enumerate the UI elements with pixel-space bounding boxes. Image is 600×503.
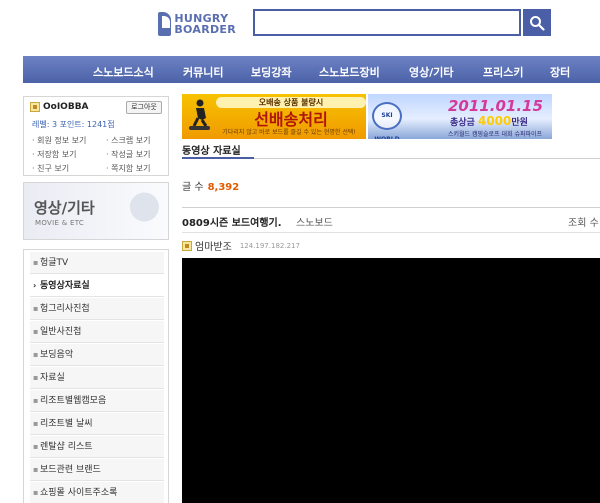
bullet-icon: ▪ xyxy=(33,304,39,313)
bullet-icon: ▪ xyxy=(33,465,39,474)
nav-item-freeski[interactable]: 프리스키 xyxy=(483,64,523,80)
login-box: OoIOBBA 로그아웃 레벨: 3 포인트: 1241점 · 회원 정보 보기… xyxy=(23,96,169,176)
bullet-icon: ▪ xyxy=(33,442,39,451)
username: OoIOBBA xyxy=(43,102,89,112)
main-nav: 스노보드소식 커뮤니티 보딩강좌 스노보드장비 영상/기타 프리스키 장터 xyxy=(23,56,600,83)
nav-item-snowboard-news[interactable]: 스노보드소식 xyxy=(93,64,154,80)
bullet-icon: ▪ xyxy=(33,488,39,497)
nav-item-market[interactable]: 장터 xyxy=(550,64,570,80)
bullet-icon: ▪ xyxy=(33,350,39,359)
bullet-icon: ▪ xyxy=(33,258,39,267)
skiworld-logo: SKI WORLD xyxy=(372,102,402,139)
bullet-icon: ▪ xyxy=(33,419,39,428)
link-friends[interactable]: · 친구 보기 xyxy=(32,163,69,174)
side-item-rental-shops[interactable]: ▪ 렌탈샵 리스트 xyxy=(30,436,164,458)
link-my-posts[interactable]: · 작성글 보기 xyxy=(106,149,150,160)
site-logo[interactable]: HUNGRY BOARDER xyxy=(158,10,236,38)
side-item-boarding-music[interactable]: ▪ 보딩음악 xyxy=(30,344,164,366)
category-banner: 영상/기타 MOVIE & ETC xyxy=(23,182,169,240)
link-member-info[interactable]: · 회원 정보 보기 xyxy=(32,135,86,146)
user-icon xyxy=(30,102,40,112)
nav-item-snowboard-gear[interactable]: 스노보드장비 xyxy=(319,64,380,80)
banner2-date: 2011.01.15 xyxy=(448,97,543,115)
side-item-video-archive[interactable]: › 동영상자료실 xyxy=(30,275,164,297)
category-subtitle: MOVIE & ETC xyxy=(35,219,85,227)
nav-item-boarding-lessons[interactable]: 보딩강좌 xyxy=(251,64,291,80)
author-ip: 124.197.182.217 xyxy=(239,241,300,250)
snowboarder-icon xyxy=(189,99,210,130)
side-item-resort-weather[interactable]: ▪ 리조트별 날씨 xyxy=(30,413,164,435)
nav-item-community[interactable]: 커뮤니티 xyxy=(183,64,223,80)
ad-banner-shipping[interactable]: 오배송 상품 불량시 선배송처리 기다리지 않고 바로 보드를 즐길 수 있는 … xyxy=(182,94,366,139)
side-item-shopping-sites[interactable]: ▪ 쇼핑몰 사이트주소록 xyxy=(30,482,164,503)
video-player[interactable] xyxy=(182,258,600,503)
user-icon xyxy=(182,240,192,251)
author-row: 엄마받조 124.197.182.217 xyxy=(182,238,300,253)
post-title: 0809시즌 보드여행기. xyxy=(182,218,282,229)
banner2-tag: 스키월드 캠핑슬로프 대회 슈퍼파이프 xyxy=(448,131,543,138)
post-views-label: 조회 수 xyxy=(568,218,599,229)
bullet-icon: ▪ xyxy=(33,373,39,382)
author-name[interactable]: 엄마받조 xyxy=(195,238,232,253)
board-title-tab[interactable]: 동영상 자료실 xyxy=(182,142,241,157)
logo-mark-icon xyxy=(158,12,172,36)
logout-button[interactable]: 로그아웃 xyxy=(126,101,162,114)
side-item-archive[interactable]: ▪ 자료실 xyxy=(30,367,164,389)
link-messages[interactable]: · 쪽지함 보기 xyxy=(106,163,150,174)
link-saved[interactable]: · 저장함 보기 xyxy=(32,149,76,160)
side-menu: ▪ 헝글TV › 동영상자료실 ▪ 헝그리사진첩 ▪ 일반사진첩 ▪ 보딩음악 ▪ 자료실 … xyxy=(23,249,169,503)
banner2-prize: 총상금 4000만원 xyxy=(450,114,528,128)
bullet-icon: ▪ xyxy=(33,396,39,405)
arrow-right-icon: › xyxy=(33,281,37,290)
level-points: 레벨: 3 포인트: 1241점 xyxy=(32,120,115,129)
banner1-sub: 기다리지 않고 바로 보드를 즐길 수 있는 현명한 선택! xyxy=(222,129,356,136)
nav-item-video-etc[interactable]: 영상/기타 xyxy=(409,64,454,80)
logo-line2: BOARDER xyxy=(174,23,236,36)
side-item-hungry-photos[interactable]: ▪ 헝그리사진첩 xyxy=(30,298,164,320)
bullet-icon: ▪ xyxy=(33,327,39,336)
search-icon xyxy=(530,15,545,31)
side-item-resort-webcams[interactable]: ▪ 리조트별웹캠모음 xyxy=(30,390,164,412)
post-header: 0809시즌 보드여행기. 스노보드 조회 수 xyxy=(182,207,600,233)
post-count: 글 수 8,392 xyxy=(182,182,240,193)
post-category[interactable]: 스노보드 xyxy=(296,214,333,229)
side-item-hungle-tv[interactable]: ▪ 헝글TV xyxy=(30,252,164,274)
tab-underline xyxy=(182,157,254,159)
search-button[interactable] xyxy=(523,9,551,36)
link-scrap[interactable]: · 스크랩 보기 xyxy=(106,135,150,146)
side-item-board-brands[interactable]: ▪ 보드관련 브랜드 xyxy=(30,459,164,481)
side-item-general-photos[interactable]: ▪ 일반사진첩 xyxy=(30,321,164,343)
category-title: 영상/기타 xyxy=(34,199,95,217)
search-input[interactable] xyxy=(253,9,521,36)
ad-banner-skiworld[interactable]: SKI WORLD 2011.01.15 총상금 4000만원 스키월드 캠핑슬… xyxy=(368,94,552,139)
